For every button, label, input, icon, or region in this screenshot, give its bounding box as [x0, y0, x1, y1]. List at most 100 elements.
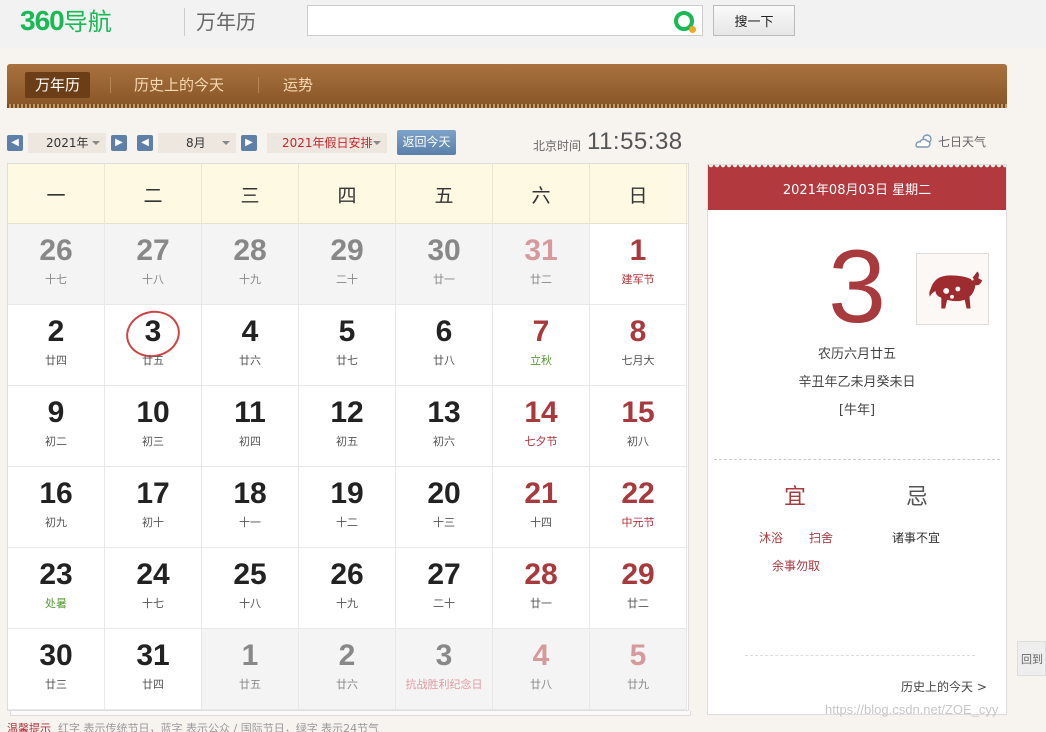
day-number: 7 [532, 315, 550, 348]
calendar-day[interactable]: 14 七夕节 [493, 386, 590, 467]
calendar-day[interactable]: 10 初三 [105, 386, 202, 467]
logo-divider [184, 8, 185, 36]
day-number: 16 [39, 477, 73, 510]
calendar-day[interactable]: 19 十二 [299, 467, 396, 548]
search-input[interactable] [314, 6, 664, 35]
history-today-link[interactable]: 历史上的今天 > [901, 678, 987, 695]
day-number: 29 [330, 234, 364, 267]
day-number: 9 [47, 396, 65, 429]
weekday-label: 五 [396, 164, 493, 224]
calendar-day[interactable]: 8 七月大 [590, 305, 687, 386]
tab-fortune[interactable]: 运势 [273, 72, 323, 98]
calendar-day[interactable]: 15 初八 [590, 386, 687, 467]
calendar-day[interactable]: 31 廿二 [493, 224, 590, 305]
calendar-day[interactable]: 24 十七 [105, 548, 202, 629]
calendar-day[interactable]: 28 廿一 [493, 548, 590, 629]
calendar-day[interactable]: 26 十九 [299, 548, 396, 629]
calendar-day[interactable]: 13 初六 [396, 386, 493, 467]
calendar-day[interactable]: 16 初九 [8, 467, 105, 548]
weekday-label: 四 [299, 164, 396, 224]
calendar-grid: 一二三四五六日 26 十七 27 十八 28 十九 29 二十 30 廿一 31 廿二 1 建军节 2 廿四 3… [7, 163, 691, 716]
day-number: 18 [233, 477, 267, 510]
weather-link[interactable]: 七日天气 [914, 133, 986, 150]
lunar-label: 初四 [239, 435, 261, 448]
calendar-day[interactable]: 9 初二 [8, 386, 105, 467]
calendar-day[interactable]: 25 十八 [202, 548, 299, 629]
calendar-day[interactable]: 23 处暑 [8, 548, 105, 629]
calendar-day[interactable]: 30 廿三 [8, 629, 105, 710]
next-month-button[interactable]: ▶ [241, 135, 257, 151]
calendar-day[interactable]: 2 廿六 [299, 629, 396, 710]
calendar-day[interactable]: 29 廿二 [590, 548, 687, 629]
calendar-day[interactable]: 18 十一 [202, 467, 299, 548]
back-to-today-button[interactable]: 返回今天 [397, 130, 456, 155]
weekday-label: 一 [8, 164, 105, 224]
lunar-label: 七夕节 [524, 435, 558, 448]
calendar-day[interactable]: 20 十三 [396, 467, 493, 548]
search-button[interactable]: 搜一下 [713, 5, 795, 36]
calendar-day[interactable]: 5 廿七 [299, 305, 396, 386]
calendar-day[interactable]: 28 十九 [202, 224, 299, 305]
calendar-day[interactable]: 27 十八 [105, 224, 202, 305]
calendar-day[interactable]: 6 廿八 [396, 305, 493, 386]
suitable-item: 扫舍 [809, 531, 834, 545]
tab-calendar[interactable]: 万年历 [25, 72, 91, 98]
calendar-day[interactable]: 31 廿四 [105, 629, 202, 710]
lunar-label: 廿六 [239, 354, 261, 367]
calendar-day[interactable]: 29 二十 [299, 224, 396, 305]
holiday-select[interactable]: 2021年假日安排 [267, 133, 387, 153]
prev-year-button[interactable]: ◀ [7, 135, 23, 151]
weekday-label: 二 [105, 164, 202, 224]
lunar-label: 廿八 [530, 678, 552, 691]
lunar-label: 十八 [142, 273, 164, 286]
calendar-day[interactable]: 7 立秋 [493, 305, 590, 386]
day-number: 28 [524, 558, 558, 591]
tab-divider [110, 77, 111, 93]
calendar-day[interactable]: 17 初十 [105, 467, 202, 548]
day-number: 3 [435, 639, 453, 672]
day-number: 20 [427, 477, 461, 510]
day-number: 30 [427, 234, 461, 267]
tab-history-today[interactable]: 历史上的今天 [124, 72, 234, 98]
calendar-day[interactable]: 4 廿八 [493, 629, 590, 710]
day-number: 23 [39, 558, 73, 591]
day-number: 26 [39, 234, 73, 267]
calendar-day[interactable]: 22 中元节 [590, 467, 687, 548]
calendar-day[interactable]: 11 初四 [202, 386, 299, 467]
calendar-day[interactable]: 1 廿五 [202, 629, 299, 710]
calendar-day[interactable]: 2 廿四 [8, 305, 105, 386]
calendar-day[interactable]: 4 廿六 [202, 305, 299, 386]
month-select[interactable]: 8月 [158, 133, 236, 153]
back-to-top-button[interactable]: 回到 [1017, 641, 1046, 676]
next-year-button[interactable]: ▶ [111, 135, 127, 151]
year-select[interactable]: 2021年 [28, 133, 106, 153]
calendar-day[interactable]: 5 廿九 [590, 629, 687, 710]
lunar-label: 中元节 [621, 516, 655, 529]
prev-month-button[interactable]: ◀ [137, 135, 153, 151]
lunar-label: 廿四 [45, 354, 67, 367]
calendar-day[interactable]: 26 十七 [8, 224, 105, 305]
avoid-heading: 忌 [906, 485, 929, 510]
lunar-label: 廿五 [239, 678, 261, 691]
beijing-time-label: 北京时间 [533, 139, 582, 153]
lunar-label: 初五 [336, 435, 358, 448]
lunar-label: 十四 [530, 516, 552, 529]
day-number: 4 [241, 315, 259, 348]
day-number: 27 [427, 558, 461, 591]
lunar-label: 廿二 [530, 273, 552, 286]
calendar-day[interactable]: 21 十四 [493, 467, 590, 548]
calendar-day[interactable]: 3 抗战胜利纪念日 [396, 629, 493, 710]
day-number: 25 [233, 558, 267, 591]
ganzhi-date: 辛丑年乙未月癸未日 [798, 375, 916, 390]
calendar-day[interactable]: 12 初五 [299, 386, 396, 467]
day-number: 22 [621, 477, 655, 510]
calendar-day-today[interactable]: 3 廿五 [105, 305, 202, 386]
lunar-label: 廿六 [336, 678, 358, 691]
calendar-day[interactable]: 1 建军节 [590, 224, 687, 305]
zodiac-ox-icon [916, 253, 989, 325]
calendar-day[interactable]: 27 二十 [396, 548, 493, 629]
lunar-label: 十九 [336, 597, 358, 610]
legend-tip: 温馨提示 红字 表示传统节日，蓝字 表示公众 / 国际节日，绿字 表示24节气 [7, 720, 379, 732]
calendar-day[interactable]: 30 廿一 [396, 224, 493, 305]
site-logo[interactable]: 360导航 [20, 6, 112, 37]
